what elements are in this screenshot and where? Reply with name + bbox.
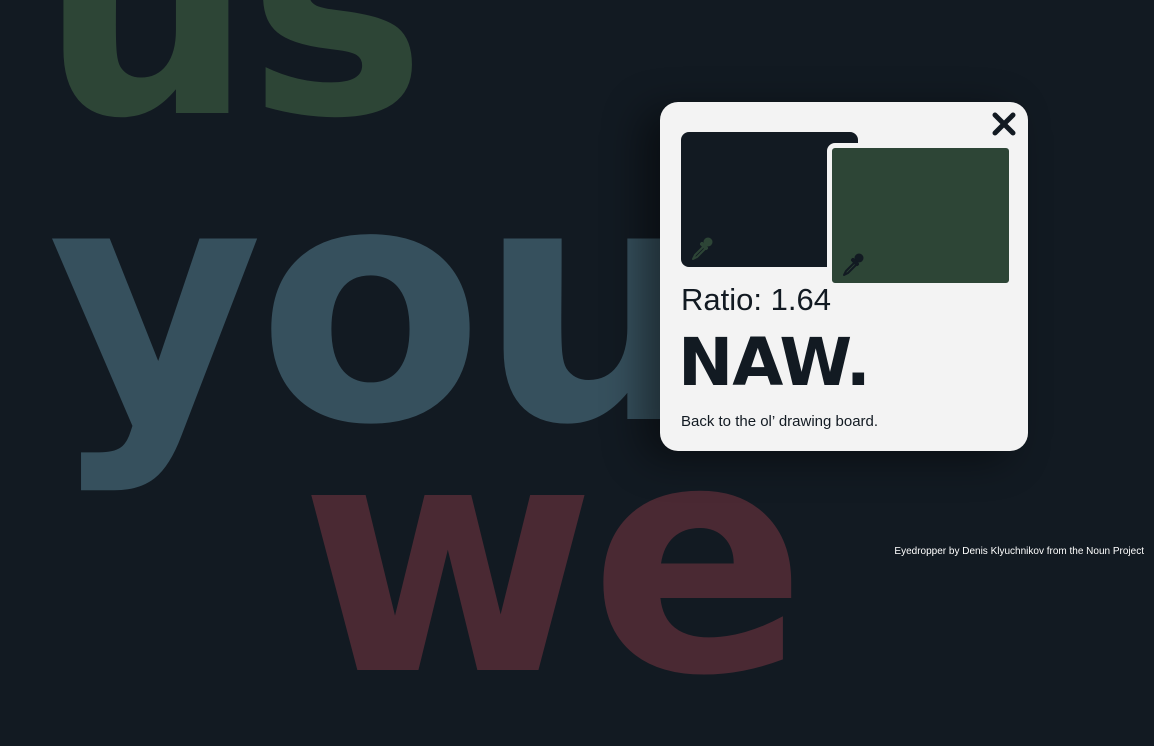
- contrast-ratio: Ratio: 1.64: [681, 282, 831, 317]
- eyedropper-icon[interactable]: [689, 235, 715, 261]
- verdict-message: Back to the ol’ drawing board.: [681, 413, 879, 430]
- close-icon: [992, 112, 1016, 136]
- swatch-background[interactable]: [827, 143, 1014, 288]
- contrast-result-modal: Ratio: 1.64 NAW. Back to the ol’ drawing…: [660, 102, 1028, 451]
- attribution-credit: Eyedropper by Denis Klyuchnikov from the…: [894, 546, 1144, 557]
- eyedropper-icon[interactable]: [840, 251, 866, 277]
- verdict-heading: NAW.: [678, 324, 871, 401]
- close-button[interactable]: [990, 110, 1018, 138]
